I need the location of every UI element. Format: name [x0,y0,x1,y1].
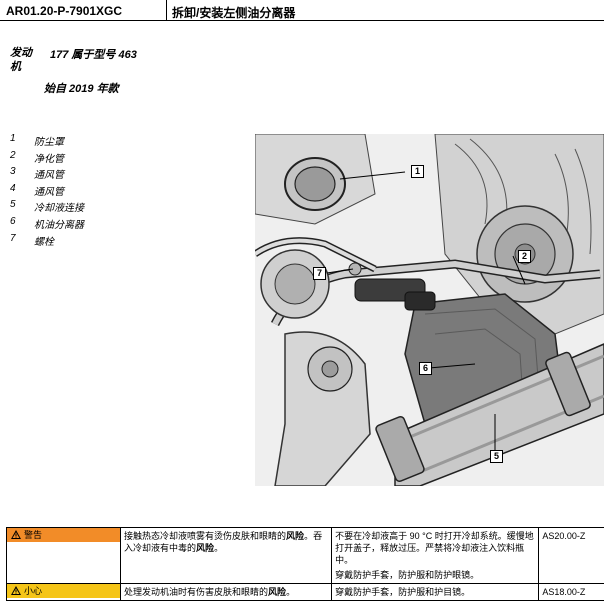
notice-hazard: 接触热态冷却液喷雾有烫伤皮肤和眼睛的风险。吞入冷却液有中毒的风险。 [120,527,333,584]
notice-level-cell: 警告 [5,527,122,584]
hazard-emphasis: 风险 [196,543,215,553]
hazard-text: 。 [286,587,296,597]
hazard-text: 处理发动机油时有伤害皮肤和眼睛的 [124,587,269,597]
legend-number: 1 [10,133,16,144]
legend-number: 5 [10,199,16,211]
notice-level-cell: 小心 [5,583,122,601]
legend-text: 冷却液连接 [34,203,84,215]
legend-item: 6 机油分离器 [10,216,84,233]
notice-row-caution: 小心 处理发动机油时有伤害皮肤和眼睛的风险。 穿戴防护手套，防护服和护目镜。 A… [5,583,604,601]
safety-notices-table: 警告 接触热态冷却液喷雾有烫伤皮肤和眼睛的风险。吞入冷却液有中毒的风险。 不要在… [5,527,604,601]
notice-reference[interactable]: AS20.00-Z [538,527,604,584]
legend-item: 3 通风管 [10,166,84,183]
warning-triangle-icon [11,530,21,539]
legend-text: 净化管 [34,153,64,165]
legend-number: 7 [10,232,16,244]
engine-illustration: 1 2 7 6 5 [255,134,604,486]
measure-text: 穿戴防护手套，防护服和防护眼镜。 [335,570,480,580]
warning-badge: 警告 [7,528,121,542]
legend-item: 5 冷却液连接 [10,199,84,216]
callout-label: 6 [419,362,433,375]
notice-level: 警告 [24,530,43,540]
applicability-label: 发动机 [10,47,32,73]
header-divider [166,0,167,20]
callout-label: 5 [490,450,504,463]
legend-item: 2 净化管 [10,150,84,167]
hazard-emphasis: 风险 [268,587,287,597]
notice-measures: 不要在冷却液高于 90 °C 时打开冷却系统。缓慢地打开盖子，释放过压。严禁将冷… [331,527,540,584]
applicability-model: 177 属于型号 463 [50,49,137,61]
legend-item: 4 通风管 [10,183,84,200]
notice-reference[interactable]: AS18.00-Z [538,583,604,601]
hazard-text: 。 [214,543,224,553]
caution-badge: 小心 [7,584,121,598]
engine-drawing [255,134,604,486]
legend-item: 7 螺栓 [10,233,84,250]
callout-label: 1 [411,165,425,178]
notice-level: 小心 [24,586,43,596]
legend-number: 4 [10,182,16,194]
notice-measures: 穿戴防护手套，防护服和护目镜。 [331,583,540,601]
legend-number: 3 [10,166,16,178]
applicability-since: 始自 2019 年款 [44,83,119,95]
legend-text: 螺栓 [34,236,54,248]
hazard-emphasis: 风险 [286,531,305,541]
callout-label: 2 [518,250,532,263]
warning-triangle-icon [11,586,21,595]
legend-text: 通风管 [34,170,64,182]
document-id: AR01.20-P-7901XGC [6,4,123,18]
measure-text: 不要在冷却液高于 90 °C 时打开冷却系统。缓慢地打开盖子，释放过压。严禁将冷… [335,531,534,565]
legend-number: 2 [10,149,16,161]
parts-legend: 1 防尘罩 2 净化管 3 通风管 4 通风管 5 冷却液连接 6 机油分离器 7 螺栓 [10,133,84,249]
document-header: AR01.20-P-7901XGC 拆卸/安装左侧油分离器 [0,0,604,21]
legend-item: 1 防尘罩 [10,133,84,150]
legend-text: 防尘罩 [34,137,64,148]
notice-hazard: 处理发动机油时有伤害皮肤和眼睛的风险。 [120,583,333,601]
callout-label: 7 [313,267,327,280]
measure-text: 穿戴防护手套，防护服和护目镜。 [335,587,471,597]
legend-number: 6 [10,215,16,227]
document-title: 拆卸/安装左侧油分离器 [172,6,296,20]
hazard-text: 接触热态冷却液喷雾有烫伤皮肤和眼睛的 [124,531,287,541]
notice-row-warning: 警告 接触热态冷却液喷雾有烫伤皮肤和眼睛的风险。吞入冷却液有中毒的风险。 不要在… [5,527,604,584]
legend-text: 通风管 [34,186,64,198]
legend-text: 机油分离器 [34,219,84,231]
